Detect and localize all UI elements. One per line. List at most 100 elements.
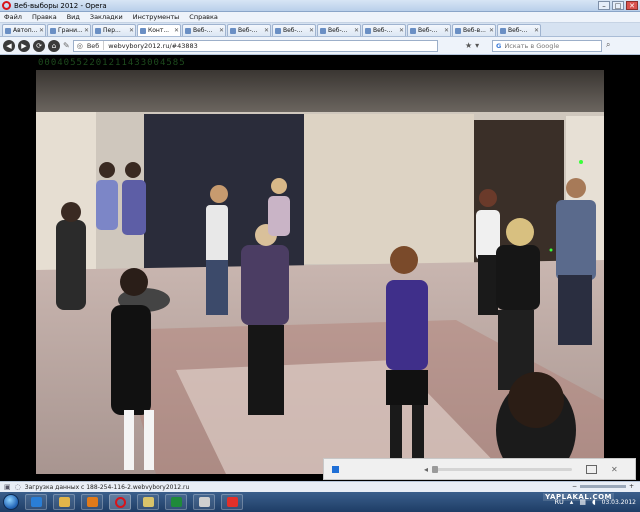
- tab-close-icon[interactable]: ✕: [354, 27, 360, 34]
- favicon-icon: [455, 27, 461, 34]
- media-player-icon: [86, 497, 98, 507]
- favicon-icon: [410, 27, 416, 34]
- tab-7[interactable]: Веб-... ✕: [272, 24, 316, 36]
- home-button[interactable]: ⌂: [48, 39, 60, 52]
- stop-button[interactable]: [324, 459, 346, 479]
- close-player-icon[interactable]: ✕: [611, 465, 618, 474]
- menu-help[interactable]: Справка: [189, 13, 218, 21]
- tab-3[interactable]: Пер... ✕: [92, 24, 136, 36]
- volume-icon[interactable]: ◂: [424, 465, 428, 474]
- google-icon[interactable]: G: [496, 42, 501, 50]
- tab-4-active[interactable]: Конт... ✕: [137, 24, 181, 36]
- forward-button[interactable]: ▶: [18, 39, 30, 52]
- clock[interactable]: 03.03.2012: [602, 499, 636, 506]
- tab-6[interactable]: Веб-... ✕: [227, 24, 271, 36]
- favicon-icon: [500, 27, 506, 34]
- bookmark-star-icon[interactable]: ★: [465, 40, 472, 52]
- tab-close-icon[interactable]: ✕: [399, 27, 405, 34]
- system-tray: RU ▴ ▦ ◖ 03.03.2012: [555, 492, 640, 512]
- zoom-control: − +: [572, 483, 634, 490]
- tab-1[interactable]: Автоп... ✕: [2, 24, 46, 36]
- tab-10[interactable]: Веб-... ✕: [407, 24, 451, 36]
- tab-11[interactable]: Веб-в... ✕: [452, 24, 496, 36]
- menu-edit[interactable]: Правка: [32, 13, 57, 21]
- tab-close-icon[interactable]: ✕: [534, 27, 540, 34]
- seek-slider[interactable]: [432, 465, 573, 473]
- url-text[interactable]: webvybory2012.ru/#43883: [108, 42, 197, 50]
- menu-view[interactable]: Вид: [67, 13, 80, 21]
- speaker-icon[interactable]: ◖: [592, 498, 596, 506]
- maximize-button[interactable]: □: [612, 1, 624, 10]
- video-player-controls: ◂ ✕: [323, 458, 636, 480]
- tab-9[interactable]: Веб-... ✕: [362, 24, 406, 36]
- ie-icon: [30, 497, 42, 507]
- menu-file[interactable]: Файл: [4, 13, 22, 21]
- tab-close-icon[interactable]: ✕: [444, 27, 450, 34]
- menu-bookmarks[interactable]: Закладки: [90, 13, 123, 21]
- window-title: Веб-выборы 2012 - Opera: [14, 1, 107, 10]
- tab-close-icon[interactable]: ✕: [39, 27, 45, 34]
- tab-close-icon[interactable]: ✕: [489, 27, 495, 34]
- address-field[interactable]: ◎ Веб webvybory2012.ru/#43883: [72, 39, 438, 52]
- taskbar-excel[interactable]: [165, 494, 187, 510]
- zoom-slider[interactable]: [579, 485, 626, 488]
- seek-handle[interactable]: [432, 465, 439, 473]
- favicon-icon: [230, 27, 236, 34]
- search-placeholder: Искать в Google: [504, 42, 560, 50]
- favicon-icon: [275, 27, 281, 34]
- tray-arrow-icon[interactable]: ▴: [570, 498, 574, 506]
- page-content: 00040552201211433004585 ◂ ✕: [0, 56, 640, 481]
- start-button[interactable]: [3, 494, 19, 510]
- taskbar-app[interactable]: [221, 494, 243, 510]
- taskbar-paint[interactable]: [193, 494, 215, 510]
- taskbar-folder[interactable]: [137, 494, 159, 510]
- wand-icon[interactable]: ✎: [63, 41, 70, 50]
- menu-tools[interactable]: Инструменты: [133, 13, 180, 21]
- language-indicator[interactable]: RU: [555, 498, 564, 506]
- reload-button[interactable]: ⟳: [33, 39, 45, 52]
- favicon-icon: [95, 27, 101, 34]
- opera-logo-icon: [2, 1, 11, 10]
- fullscreen-icon[interactable]: [586, 464, 598, 474]
- feed-icon[interactable]: ▾: [475, 40, 479, 52]
- tab-close-icon[interactable]: ✕: [309, 27, 315, 34]
- favicon-icon: [365, 27, 371, 34]
- splat-icon: [226, 497, 238, 507]
- opera-icon: [114, 496, 126, 508]
- taskbar-opera[interactable]: [109, 494, 131, 510]
- window-titlebar: Веб-выборы 2012 - Opera – □ ✕: [0, 0, 640, 12]
- tab-close-icon[interactable]: ✕: [84, 27, 90, 34]
- tab-close-icon[interactable]: ✕: [174, 27, 180, 34]
- windows-taskbar: YAPLAKAL.COM RU ▴ ▦ ◖ 03.03.2012: [0, 492, 640, 512]
- close-window-button[interactable]: ✕: [626, 1, 638, 10]
- zoom-plus-icon[interactable]: +: [629, 483, 634, 490]
- tab-close-icon[interactable]: ✕: [219, 27, 225, 34]
- tab-5[interactable]: Веб-... ✕: [182, 24, 226, 36]
- address-actions: ★ ▾: [465, 40, 479, 52]
- status-bar: ▣ ◌ Загрузка данных с 188-254-116-2.webv…: [0, 481, 640, 492]
- video-frame[interactable]: [36, 70, 604, 474]
- taskbar-explorer[interactable]: [53, 494, 75, 510]
- zoom-minus-icon[interactable]: −: [572, 483, 577, 490]
- paint-icon: [198, 497, 210, 507]
- folder-icon: [58, 497, 70, 507]
- tab-2[interactable]: Грани... ✕: [47, 24, 91, 36]
- taskbar-ie[interactable]: [25, 494, 47, 510]
- status-panel-icon[interactable]: ▣: [4, 483, 11, 491]
- search-go-icon[interactable]: ⌕: [606, 40, 610, 50]
- status-text: Загрузка данных с 188-254-116-2.webvybor…: [24, 483, 190, 491]
- tab-close-icon[interactable]: ✕: [264, 27, 270, 34]
- tab-12[interactable]: Веб-... ✕: [497, 24, 541, 36]
- network-icon[interactable]: ▦: [579, 498, 586, 506]
- taskbar-media[interactable]: [81, 494, 103, 510]
- tab-8[interactable]: Веб-... ✕: [317, 24, 361, 36]
- video-scene-image: [36, 70, 604, 474]
- folder-icon: [142, 497, 154, 507]
- minimize-button[interactable]: –: [598, 1, 610, 10]
- site-info-icon[interactable]: ◎: [77, 42, 83, 50]
- back-button[interactable]: ◀: [3, 39, 15, 52]
- menu-bar: Файл Правка Вид Закладки Инструменты Спр…: [0, 12, 640, 23]
- search-field[interactable]: G Искать в Google: [492, 40, 602, 52]
- tab-bar: Автоп... ✕ Грани... ✕ Пер... ✕ Конт... ✕ Веб…: [0, 23, 640, 37]
- tab-close-icon[interactable]: ✕: [129, 27, 135, 34]
